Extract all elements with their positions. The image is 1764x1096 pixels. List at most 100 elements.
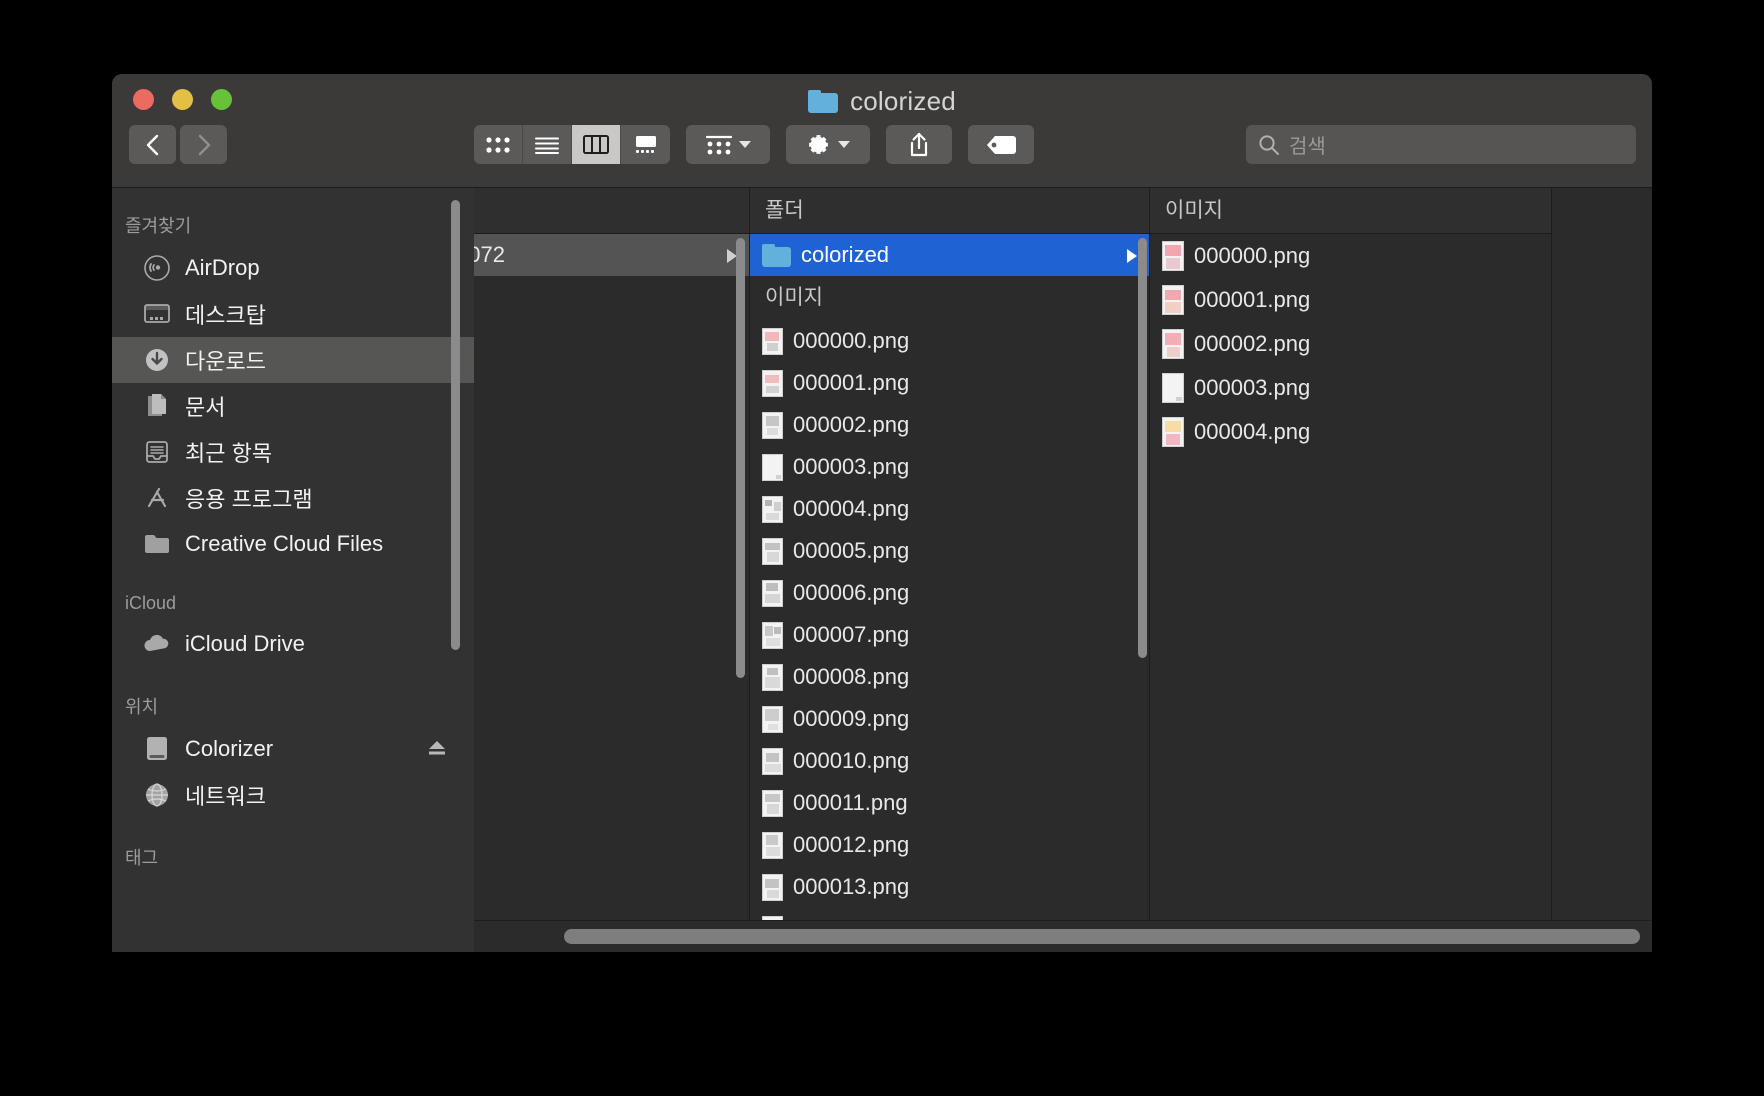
image-thumbnail <box>762 621 783 649</box>
image-thumbnail <box>762 495 783 523</box>
folder-column-header: 폴더 <box>750 188 1149 234</box>
search-field[interactable]: 검색 <box>1246 125 1636 164</box>
parent-row-label: 0072 <box>474 242 505 267</box>
list-lines-icon <box>535 137 559 154</box>
file-name: 000001.png <box>793 370 910 395</box>
horizontal-scrollbar-thumb[interactable] <box>564 929 1640 944</box>
image-thumbnail <box>762 663 783 691</box>
image-thumbnail <box>762 453 783 481</box>
chevron-down-icon <box>738 141 751 148</box>
list-item[interactable]: 000009.png <box>750 698 1149 740</box>
sidebar-item-applications[interactable]: 응용 프로그램 <box>112 475 474 521</box>
file-name: 000003.png <box>793 454 910 479</box>
preview-file-list: 000000.png 000001.png 000002.png 000003.… <box>1150 234 1551 454</box>
list-item[interactable]: 000000.png <box>1150 234 1551 278</box>
icon-view-button[interactable] <box>474 125 523 164</box>
folder-icon <box>142 529 172 559</box>
list-item[interactable]: 000004.png <box>1150 410 1551 454</box>
list-view-button[interactable] <box>523 125 572 164</box>
sidebar-item-label: 네트워크 <box>185 784 266 809</box>
list-item[interactable]: 000012.png <box>750 824 1149 866</box>
sidebar-item-colorizer[interactable]: Colorizer <box>112 726 474 772</box>
grid-icon <box>486 136 510 153</box>
view-mode-segmented-control <box>474 125 670 164</box>
sidebar-section-icloud-title: iCloud <box>125 593 177 613</box>
finder-window: colorized 검색 즐겨찾기 AirDrop 데스크탑 다운로드 문서 최… <box>112 74 1652 952</box>
action-menu-button[interactable] <box>786 125 870 164</box>
sidebar-item-downloads[interactable]: 다운로드 <box>112 337 474 383</box>
list-item[interactable]: 000013.png <box>750 866 1149 908</box>
group-by-button[interactable] <box>686 125 770 164</box>
column-browser: 0072 폴더 colorized 이미지 0000 <box>474 188 1652 952</box>
sidebar-item-label: 문서 <box>185 395 226 420</box>
forward-button[interactable] <box>180 125 227 164</box>
image-thumbnail <box>762 369 783 397</box>
gallery-view-button[interactable] <box>621 125 670 164</box>
image-thumbnail <box>762 705 783 733</box>
group-grid-icon <box>705 135 732 154</box>
sidebar-item-creative-cloud-files[interactable]: Creative Cloud Files <box>112 521 474 567</box>
list-item[interactable]: 000011.png <box>750 782 1149 824</box>
airdrop-icon <box>142 253 172 283</box>
sidebar-item-label: 다운로드 <box>185 349 266 374</box>
list-item[interactable]: 000010.png <box>750 740 1149 782</box>
images-group-header: 이미지 <box>750 276 1149 320</box>
file-name: 000002.png <box>793 412 910 437</box>
window-title: colorized <box>112 86 1652 117</box>
image-thumbnail <box>762 537 783 565</box>
sidebar-section-tags-title: 태그 <box>125 848 159 868</box>
file-list: 000000.png 000001.png 000002.png 000003.… <box>750 320 1149 952</box>
search-icon <box>1259 134 1279 155</box>
folder-icon <box>762 243 791 267</box>
sidebar-item-documents[interactable]: 문서 <box>112 383 474 429</box>
table-row[interactable]: colorized <box>750 234 1149 276</box>
list-item[interactable]: 000008.png <box>750 656 1149 698</box>
list-item[interactable]: 000001.png <box>1150 278 1551 322</box>
preview-column-scrollbar[interactable] <box>1138 238 1147 658</box>
sidebar-item-icloud-drive[interactable]: iCloud Drive <box>112 621 474 667</box>
list-item[interactable]: 000003.png <box>750 446 1149 488</box>
table-row[interactable]: 0072 <box>474 234 749 276</box>
sidebar-scrollbar[interactable] <box>451 200 460 650</box>
sidebar-item-label: 응용 프로그램 <box>185 487 313 512</box>
list-item[interactable]: 000006.png <box>750 572 1149 614</box>
list-item[interactable]: 000003.png <box>1150 366 1551 410</box>
file-name: 000002.png <box>1194 331 1311 356</box>
sidebar-item-label: AirDrop <box>185 255 260 280</box>
horizontal-scrollbar[interactable] <box>474 920 1652 952</box>
image-thumbnail <box>1162 241 1184 271</box>
toolbar <box>474 125 1034 164</box>
column-view-button[interactable] <box>572 125 621 164</box>
list-item[interactable]: 000002.png <box>1150 322 1551 366</box>
back-button[interactable] <box>129 125 176 164</box>
tag-button[interactable] <box>968 125 1034 164</box>
sidebar-item-desktop[interactable]: 데스크탑 <box>112 291 474 337</box>
sidebar-section-favorites-title: 즐겨찾기 <box>125 216 192 236</box>
applications-icon <box>142 483 172 513</box>
file-name: 000000.png <box>1194 243 1311 268</box>
list-item[interactable]: 000007.png <box>750 614 1149 656</box>
list-item[interactable]: 000001.png <box>750 362 1149 404</box>
file-name: 000008.png <box>793 664 910 689</box>
eject-icon[interactable] <box>426 738 448 764</box>
list-item[interactable]: 000002.png <box>750 404 1149 446</box>
chevron-right-icon <box>198 134 210 155</box>
file-name: 000003.png <box>1194 375 1311 400</box>
share-button[interactable] <box>886 125 952 164</box>
network-globe-icon <box>142 780 172 810</box>
file-name: 000007.png <box>793 622 910 647</box>
list-item[interactable]: 000000.png <box>750 320 1149 362</box>
cloud-icon <box>142 629 172 659</box>
sidebar-item-recents[interactable]: 최근 항목 <box>112 429 474 475</box>
disclosure-arrow-icon <box>1127 249 1137 263</box>
list-item[interactable]: 000004.png <box>750 488 1149 530</box>
sidebar-item-network[interactable]: 네트워크 <box>112 772 474 818</box>
chevron-left-icon <box>146 134 158 155</box>
folder-column-scrollbar[interactable] <box>736 238 745 678</box>
titlebar: colorized 검색 <box>112 74 1652 188</box>
sidebar-item-airdrop[interactable]: AirDrop <box>112 245 474 291</box>
share-icon <box>910 132 928 156</box>
list-item[interactable]: 000005.png <box>750 530 1149 572</box>
file-name: 000006.png <box>793 580 910 605</box>
parent-column-header <box>474 188 749 234</box>
